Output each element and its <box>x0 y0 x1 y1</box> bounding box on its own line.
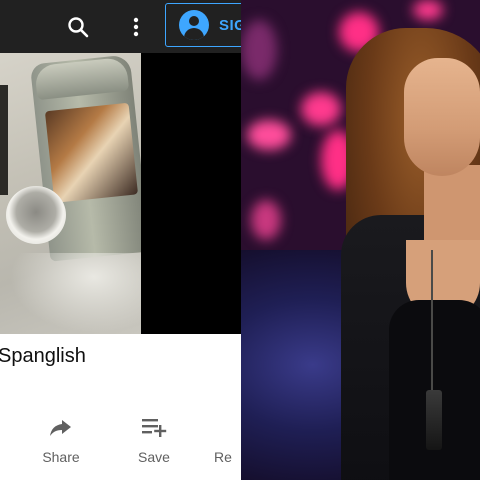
account-icon <box>179 10 209 40</box>
remix-label: Re <box>214 449 232 465</box>
more-vertical-icon <box>133 17 139 37</box>
stage-light <box>413 0 443 20</box>
save-button[interactable]: Save <box>124 416 184 465</box>
playlist-add-icon <box>142 419 167 437</box>
video-app-panel: SIGN IN Spanglish Share Save Re <box>0 0 241 480</box>
share-label: Share <box>42 449 80 465</box>
video-title: Spanglish <box>0 345 86 367</box>
thumbnail-cup <box>6 186 66 244</box>
sign-in-button[interactable]: SIGN IN <box>165 3 241 47</box>
performer-neck <box>424 165 480 245</box>
remix-button[interactable]: Re <box>214 416 241 465</box>
thumbnail-spill <box>10 253 141 333</box>
sign-in-label: SIGN IN <box>219 16 241 34</box>
performer-pendant <box>426 390 442 450</box>
search-button[interactable] <box>63 12 93 42</box>
video-player[interactable] <box>0 53 141 334</box>
stage-light <box>241 20 277 80</box>
performer-necklace <box>431 250 433 400</box>
stage-light <box>301 92 341 126</box>
concert-photo <box>241 0 480 480</box>
share-icon <box>50 420 71 436</box>
performer-face <box>404 58 480 176</box>
stage-light <box>247 120 291 150</box>
more-options-button[interactable] <box>121 12 151 42</box>
stage-light <box>251 200 281 240</box>
thumbnail-shadow <box>0 85 8 195</box>
video-letterbox <box>141 53 241 334</box>
share-button[interactable]: Share <box>31 416 91 465</box>
search-icon <box>68 17 89 38</box>
app-top-bar: SIGN IN <box>0 0 241 53</box>
save-label: Save <box>138 449 170 465</box>
